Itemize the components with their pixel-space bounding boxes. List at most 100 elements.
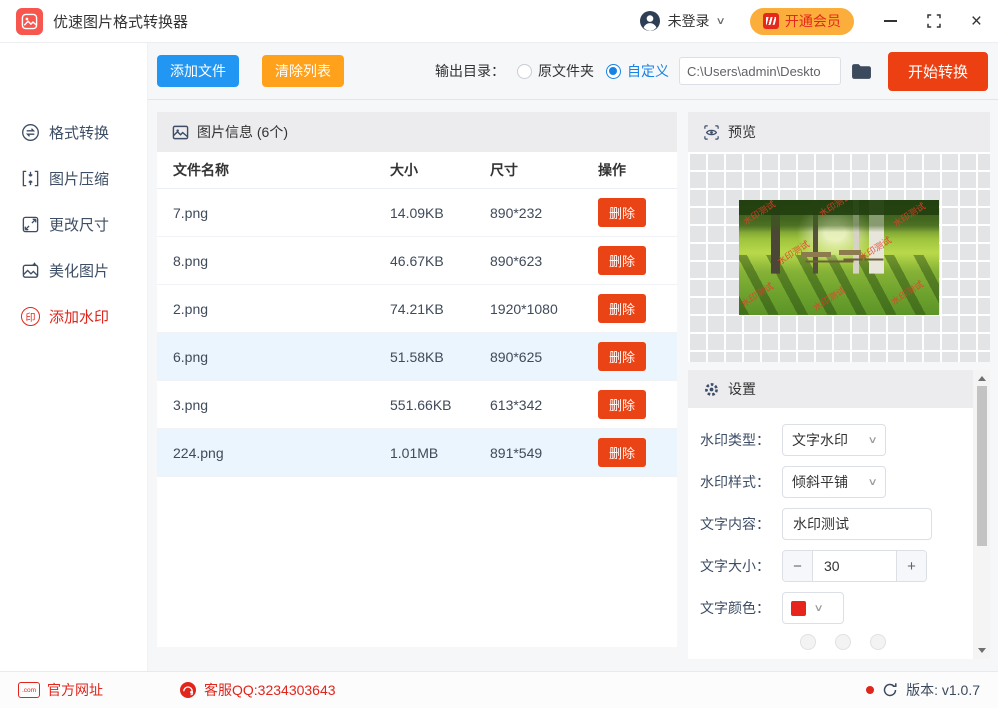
output-path-input[interactable] xyxy=(679,57,841,85)
toolbar: 添加文件 清除列表 输出目录： 原文件夹 自定义 开始转换 xyxy=(148,43,998,100)
radio-custom-label[interactable]: 自定义 xyxy=(627,61,669,81)
settings-scrollbar[interactable] xyxy=(973,370,990,659)
beautify-icon xyxy=(21,261,40,280)
customer-service-link[interactable]: 客服QQ:3234303643 xyxy=(179,680,336,700)
preview-panel: 预览 水印测试 水印测试 水印测试 水印测试 水印测试 水印测试 水印测试 水印… xyxy=(688,112,990,362)
preview-bench-shape xyxy=(839,250,861,255)
maximize-icon xyxy=(927,14,941,28)
folder-icon xyxy=(851,63,872,80)
maximize-button[interactable] xyxy=(927,14,941,28)
chevron-down-icon: ∨ xyxy=(715,16,725,27)
table-row[interactable]: 3.png 551.66KB 613*342 删除 xyxy=(157,381,677,429)
minimize-icon xyxy=(884,20,897,22)
color-dot[interactable] xyxy=(870,634,886,650)
watermark-icon: 印 xyxy=(21,307,40,326)
user-avatar-icon xyxy=(639,10,661,32)
watermark-text: 水印测试 xyxy=(810,283,847,314)
preset-color-dots xyxy=(800,634,990,650)
color-dot[interactable] xyxy=(800,634,816,650)
text-color-picker[interactable]: ∨ xyxy=(782,592,844,624)
settings-title: 设置 xyxy=(728,379,756,399)
version-label: 版本: v1.0.7 xyxy=(906,680,980,700)
add-files-button[interactable]: 添加文件 xyxy=(157,55,239,87)
watermark-style-label: 水印样式： xyxy=(700,472,782,492)
compress-icon xyxy=(21,169,40,188)
preview-bench-shape xyxy=(801,252,831,257)
convert-icon xyxy=(21,123,40,142)
delete-button[interactable]: 删除 xyxy=(598,246,646,275)
vip-icon xyxy=(763,13,779,29)
sidebar-item-image-compress[interactable]: 图片压缩 xyxy=(0,155,147,201)
text-size-value[interactable]: 30 xyxy=(813,551,896,581)
table-row[interactable]: 2.png 74.21KB 1920*1080 删除 xyxy=(157,285,677,333)
text-content-label: 文字内容： xyxy=(700,514,782,534)
clear-list-button[interactable]: 清除列表 xyxy=(262,55,344,87)
color-swatch xyxy=(791,601,806,616)
minimize-button[interactable] xyxy=(884,20,897,22)
watermark-text: 水印测试 xyxy=(816,200,853,220)
radio-original-folder-label[interactable]: 原文件夹 xyxy=(538,61,594,81)
start-convert-button[interactable]: 开始转换 xyxy=(888,52,988,91)
preview-image: 水印测试 水印测试 水印测试 水印测试 水印测试 水印测试 水印测试 水印测试 xyxy=(739,200,939,315)
sidebar-item-watermark[interactable]: 印 添加水印 xyxy=(0,293,147,339)
chevron-down-icon: ∨ xyxy=(814,603,824,614)
browse-folder-button[interactable] xyxy=(851,63,872,80)
chevron-down-icon: ∨ xyxy=(867,435,877,446)
scroll-up-arrow-icon[interactable] xyxy=(978,376,986,381)
app-title: 优速图片格式转换器 xyxy=(53,11,188,32)
scrollbar-thumb[interactable] xyxy=(977,386,987,546)
chevron-down-icon: ∨ xyxy=(867,477,877,488)
website-icon: .com xyxy=(18,682,40,698)
delete-button[interactable]: 删除 xyxy=(598,294,646,323)
preview-eye-icon xyxy=(703,124,720,141)
table-title: 图片信息 (6个) xyxy=(197,122,288,142)
titlebar: 优速图片格式转换器 未登录 ∨ 开通会员 × xyxy=(0,0,998,43)
app-logo-icon xyxy=(16,8,43,35)
watermark-style-select[interactable]: 倾斜平铺 ∨ xyxy=(782,466,886,498)
login-menu[interactable]: 未登录 ∨ xyxy=(639,10,724,32)
sidebar-item-format-convert[interactable]: 格式转换 xyxy=(0,109,147,155)
delete-button[interactable]: 删除 xyxy=(598,342,646,371)
settings-panel-header: 设置 xyxy=(688,370,973,408)
table-row[interactable]: 8.png 46.67KB 890*623 删除 xyxy=(157,237,677,285)
scroll-down-arrow-icon[interactable] xyxy=(978,648,986,653)
watermark-text: 水印测试 xyxy=(890,200,927,230)
sidebar-item-resize[interactable]: 更改尺寸 xyxy=(0,201,147,247)
preview-panel-header: 预览 xyxy=(688,112,990,152)
size-increase-button[interactable]: + xyxy=(896,551,926,581)
official-website-link[interactable]: .com 官方网址 xyxy=(18,680,103,700)
file-table-panel: 图片信息 (6个) 文件名称 大小 尺寸 操作 7.png 14.09KB 89… xyxy=(157,112,677,647)
sidebar: 格式转换 图片压缩 更改尺寸 美化图片 印 添加水 xyxy=(0,43,148,671)
delete-button[interactable]: 删除 xyxy=(598,390,646,419)
close-button[interactable]: × xyxy=(971,12,982,31)
login-label: 未登录 xyxy=(668,11,710,31)
watermark-type-label: 水印类型： xyxy=(700,430,782,450)
delete-button[interactable]: 删除 xyxy=(598,438,646,467)
table-row[interactable]: 7.png 14.09KB 890*232 删除 xyxy=(157,189,677,237)
delete-button[interactable]: 删除 xyxy=(598,198,646,227)
image-info-icon xyxy=(172,124,189,141)
watermark-type-select[interactable]: 文字水印 ∨ xyxy=(782,424,886,456)
customer-service-icon xyxy=(179,681,197,699)
watermark-text: 水印测试 xyxy=(740,200,777,228)
preview-title: 预览 xyxy=(728,122,756,142)
text-size-label: 文字大小： xyxy=(700,556,782,576)
watermark-text-input[interactable] xyxy=(782,508,932,540)
gear-icon xyxy=(703,381,720,398)
refresh-icon[interactable] xyxy=(882,682,898,698)
close-icon: × xyxy=(971,12,982,31)
footer: .com 官方网址 客服QQ:3234303643 版本: v1.0.7 xyxy=(0,671,998,708)
resize-icon xyxy=(21,215,40,234)
sidebar-item-beautify[interactable]: 美化图片 xyxy=(0,247,147,293)
color-dot[interactable] xyxy=(835,634,851,650)
size-decrease-button[interactable]: − xyxy=(783,551,813,581)
text-color-label: 文字颜色： xyxy=(700,598,782,618)
table-row[interactable]: 6.png 51.58KB 890*625 删除 xyxy=(157,333,677,381)
watermark-text: 水印测试 xyxy=(888,277,925,308)
watermark-text: 水印测试 xyxy=(739,279,776,310)
table-row[interactable]: 224.png 1.01MB 891*549 删除 xyxy=(157,429,677,477)
radio-original-folder[interactable] xyxy=(517,64,532,79)
open-vip-button[interactable]: 开通会员 xyxy=(750,8,854,35)
table-header-row: 文件名称 大小 尺寸 操作 xyxy=(157,152,677,189)
radio-custom[interactable] xyxy=(606,64,621,79)
